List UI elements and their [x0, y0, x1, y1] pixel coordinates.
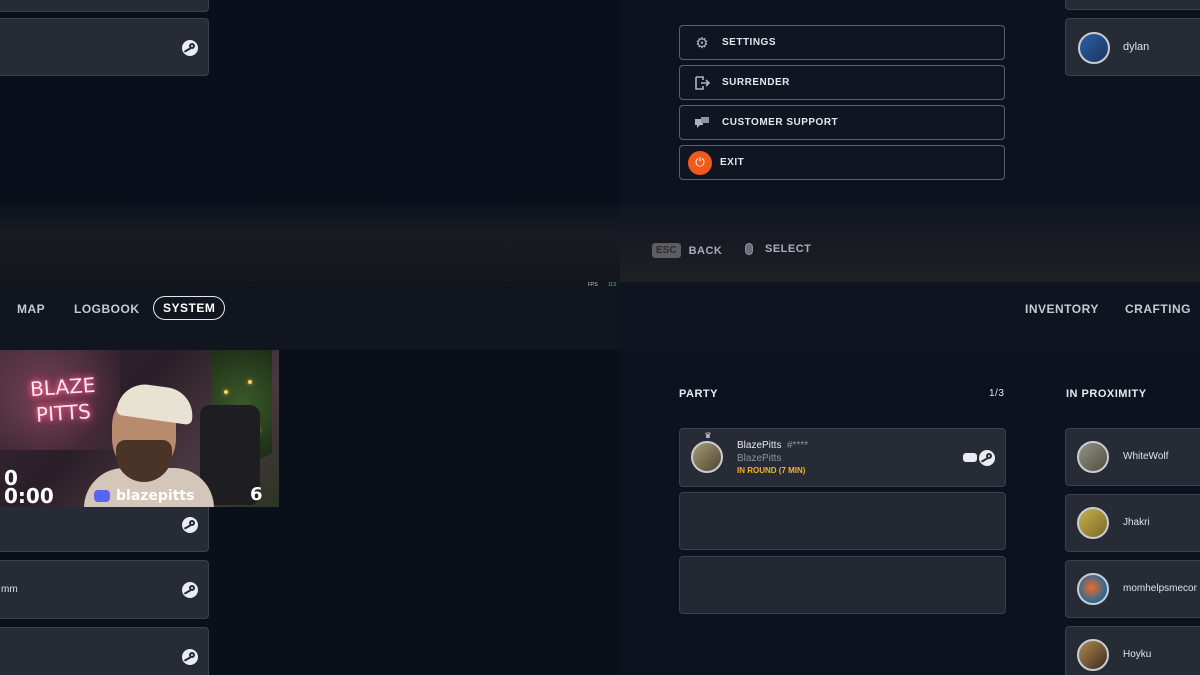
settings-label: SETTINGS	[722, 37, 777, 48]
steam-icon[interactable]	[979, 450, 995, 466]
player-name: Jhakri	[1123, 517, 1150, 528]
tab-system[interactable]: SYSTEM	[153, 296, 226, 320]
steam-icon[interactable]	[182, 649, 198, 665]
channel-badge: blazepitts	[94, 488, 194, 504]
avatar	[1077, 573, 1109, 605]
exit-button[interactable]: ⏻ EXIT	[679, 145, 1005, 180]
mouse-icon	[745, 243, 753, 255]
crown-icon: ♛	[702, 431, 714, 441]
proximity-player-card[interactable]: WhiteWolf	[1065, 428, 1200, 486]
system-menu-panel: ⚙ SETTINGS SURRENDER CUSTOMER SUPPORT ⏻ …	[620, 0, 1200, 282]
player-card[interactable]: mm	[0, 560, 209, 619]
tab-logbook[interactable]: LOGBOOK	[74, 302, 140, 316]
avatar	[1077, 507, 1109, 539]
back-hint[interactable]: ESC BACK	[652, 243, 722, 258]
player-card[interactable]	[0, 627, 209, 675]
back-label: BACK	[688, 244, 723, 257]
nav-bar	[0, 282, 620, 350]
gear-icon: ⚙	[695, 34, 709, 52]
party-member-card[interactable]: ♛ BlazePitts #**** BlazePitts IN ROUND (…	[679, 428, 1006, 487]
party-title: PARTY	[679, 388, 718, 400]
neon-sign-line2: PITTS	[35, 399, 92, 427]
player-name: Hoyku	[1123, 649, 1152, 660]
steam-icon[interactable]	[182, 517, 198, 533]
member-status: IN ROUND (7 MIN)	[737, 466, 806, 475]
tab-crafting[interactable]: CRAFTING	[1125, 302, 1191, 316]
member-tag: #****	[787, 440, 809, 451]
party-slot-empty[interactable]	[679, 492, 1006, 550]
tab-inventory[interactable]: INVENTORY	[1025, 302, 1099, 316]
settings-button[interactable]: ⚙ SETTINGS	[679, 25, 1005, 60]
party-panel: INVENTORY CRAFTING PARTY 1/3 ♛ BlazePitt…	[620, 282, 1200, 675]
avatar	[1078, 32, 1110, 64]
discord-icon	[94, 490, 110, 502]
top-left-panel	[0, 0, 620, 282]
proximity-player-card[interactable]: Jhakri	[1065, 494, 1200, 552]
bottom-left-panel: MAP LOGBOOK SYSTEM FPS 113 mm BLAZE PITT…	[0, 282, 620, 675]
select-hint[interactable]: SELECT	[745, 243, 811, 255]
proximity-player-card[interactable]: momhelpsmecor	[1065, 560, 1200, 618]
tab-map[interactable]: MAP	[17, 302, 45, 316]
player-name: dylan	[1123, 41, 1150, 53]
exit-label: EXIT	[720, 157, 745, 168]
player-card-dylan[interactable]: dylan	[1065, 18, 1200, 76]
surrender-label: SURRENDER	[722, 77, 790, 88]
channel-name: blazepitts	[116, 488, 195, 504]
player-name: mm	[1, 584, 18, 595]
power-icon: ⏻	[688, 150, 712, 175]
steam-icon[interactable]	[182, 40, 198, 56]
timer: 0:00	[4, 484, 54, 507]
webcam-overlay: BLAZE PITTS 0 0:00 blazepitts 6	[0, 350, 279, 507]
fps-label: FPS	[588, 282, 598, 288]
party-count: 1/3	[989, 388, 1005, 399]
player-name: momhelpsmecor	[1123, 583, 1197, 594]
player-name: WhiteWolf	[1123, 451, 1169, 462]
nav-bar	[620, 282, 1200, 350]
surrender-icon	[684, 75, 720, 91]
fps-value: 113	[608, 282, 616, 288]
avatar	[1077, 441, 1109, 473]
player-card-partial[interactable]	[0, 0, 209, 12]
steam-icon[interactable]	[182, 582, 198, 598]
select-label: SELECT	[765, 243, 812, 255]
party-slot-empty[interactable]	[679, 556, 1006, 614]
customer-support-label: CUSTOMER SUPPORT	[722, 117, 839, 128]
player-card-partial[interactable]	[1065, 0, 1200, 10]
chat-bubbles-icon	[684, 116, 720, 130]
customer-support-button[interactable]: CUSTOMER SUPPORT	[679, 105, 1005, 140]
member-subname: BlazePitts	[737, 453, 782, 464]
surrender-button[interactable]: SURRENDER	[679, 65, 1005, 100]
neon-sign-line1: BLAZE	[29, 372, 97, 402]
avatar	[1077, 639, 1109, 671]
proximity-title: IN PROXIMITY	[1066, 388, 1147, 400]
neon-glow	[0, 350, 120, 450]
member-name: BlazePitts	[737, 440, 782, 451]
counter: 6	[250, 484, 263, 505]
player-card[interactable]	[0, 18, 209, 76]
blur-band	[0, 200, 620, 282]
discord-icon[interactable]	[963, 453, 977, 462]
avatar	[691, 441, 723, 473]
proximity-player-card[interactable]: Hoyku	[1065, 626, 1200, 675]
esc-key: ESC	[652, 243, 681, 258]
